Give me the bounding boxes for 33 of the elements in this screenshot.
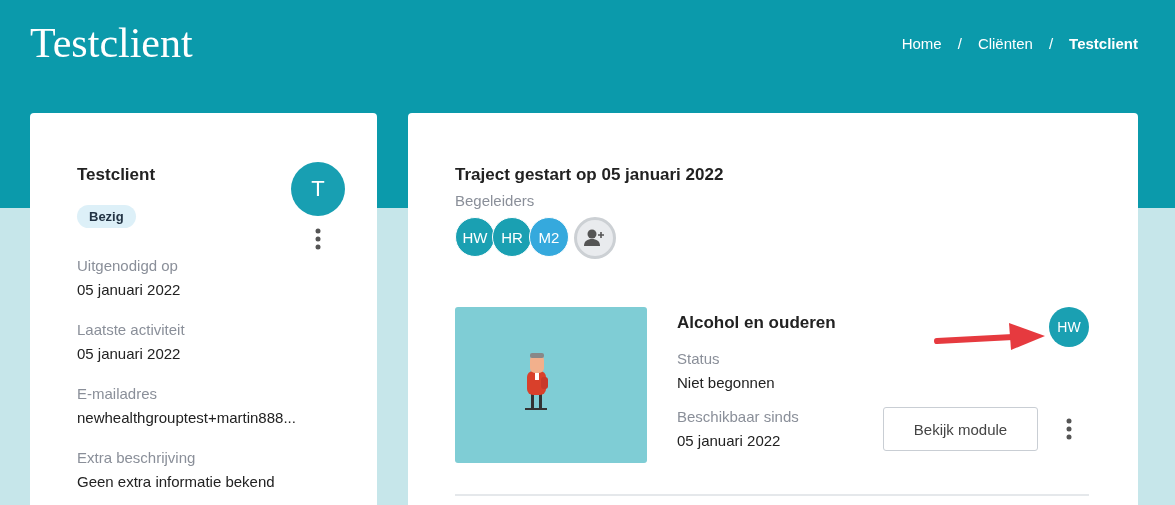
breadcrumb-separator: /: [1048, 34, 1054, 52]
breadcrumb-link[interactable]: Home: [901, 34, 942, 52]
supervisor-avatar[interactable]: HR: [492, 217, 532, 257]
field-value: Geen extra informatie bekend: [77, 472, 276, 492]
client-avatar: T: [291, 162, 345, 216]
field-label: Status: [677, 349, 721, 369]
breadcrumb-link[interactable]: Cliënten: [977, 34, 1033, 52]
module-title: Alcohol en ouderen: [677, 313, 836, 333]
field-value: 05 januari 2022: [77, 280, 182, 300]
supervisors-label: Begeleiders: [455, 191, 536, 211]
supervisor-avatar[interactable]: HW: [455, 217, 495, 257]
breadcrumb-separator: /: [957, 34, 962, 52]
field-value: Niet begonnen: [677, 373, 776, 393]
add-person-icon: [584, 229, 606, 247]
more-options-icon[interactable]: [315, 228, 321, 250]
field-label: Uitgenodigd op: [77, 256, 179, 276]
status-badge: Bezig: [77, 205, 136, 228]
client-name: Testclient: [77, 165, 156, 185]
view-module-button[interactable]: Bekijk module: [883, 407, 1038, 451]
supervisor-avatar[interactable]: M2: [529, 217, 569, 257]
field-label: Beschikbaar sinds: [677, 407, 799, 427]
field-value: newhealthgrouptest+martin888...: [77, 408, 297, 428]
field-value: 05 januari 2022: [677, 431, 782, 451]
field-label: Laatste activiteit: [77, 320, 186, 340]
page-title: Testclient: [30, 19, 193, 67]
trajectory-title: Traject gestart op 05 januari 2022: [455, 165, 725, 185]
field-label: Extra beschrijving: [77, 448, 197, 468]
add-supervisor-button[interactable]: [574, 217, 616, 259]
assignee-avatar[interactable]: HW: [1049, 307, 1089, 347]
field-label: E-mailadres: [77, 384, 159, 404]
field-value: 05 januari 2022: [77, 344, 182, 364]
current-page-label: Testclient: [1069, 34, 1138, 52]
more-options-icon[interactable]: [1066, 418, 1072, 440]
